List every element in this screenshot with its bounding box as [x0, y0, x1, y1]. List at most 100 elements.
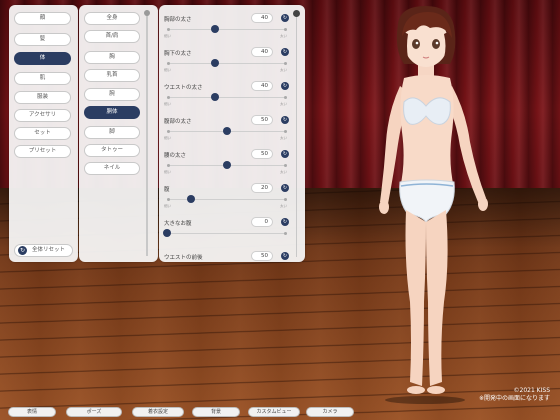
slider-min-label: 細い [164, 34, 171, 38]
slider-panel: 胸部の太さ 40 ↻ 細い 太い 胸下の太さ 40 ↻ 細い 太い ウエストの太さ 40 ↻ 細い 太い 腹部… [159, 5, 305, 262]
slider-reset-icon[interactable]: ↻ [281, 82, 289, 90]
slider-value-input[interactable]: 50 [251, 149, 273, 159]
slider-label: 腰の太さ [164, 153, 187, 159]
slider-min-label: 細い [164, 170, 171, 174]
slider-track[interactable] [167, 59, 287, 67]
slider-min-label: 細い [164, 102, 171, 106]
slider-knob[interactable] [211, 93, 219, 101]
scrollbar-thumb[interactable] [144, 10, 150, 16]
slider-track[interactable] [163, 229, 287, 237]
category-skin[interactable]: 肌 [14, 72, 71, 85]
slider-knob[interactable] [163, 229, 171, 237]
slider-value-input[interactable]: 40 [251, 47, 273, 57]
slider-end-tick [284, 130, 287, 133]
category-body[interactable]: 体 [14, 52, 71, 65]
slider-label: 大きなお腹 [164, 221, 192, 227]
category-panel: 顔 髪 体 肌 服装 アクセサリ セット プリセット ↻ 全体リセット [9, 5, 78, 262]
slider-track[interactable] [167, 93, 287, 101]
category-preset[interactable]: プリセット [14, 145, 71, 158]
slider-max-label: 太い [280, 102, 287, 106]
slider-knob[interactable] [187, 195, 195, 203]
slider-end-tick [167, 130, 170, 133]
slider-max-label: 太い [280, 136, 287, 140]
toolbar-camera-button[interactable]: カメラ [306, 407, 354, 417]
slider-reset-icon[interactable]: ↻ [281, 116, 289, 124]
slider-max-label: 太い [280, 34, 287, 38]
slider-value-input[interactable]: 50 [251, 251, 273, 261]
slider-max-label: 太い [280, 68, 287, 72]
slider-end-tick [284, 198, 287, 201]
slider-track[interactable] [167, 127, 287, 135]
slider-max-label: 太い [280, 170, 287, 174]
subcategory-arm[interactable]: 腕 [84, 88, 140, 101]
slider-label: 腹部の太さ [164, 119, 192, 125]
slider-end-tick [284, 62, 287, 65]
slider-end-tick [167, 96, 170, 99]
slider-scrollbar-thumb[interactable] [293, 10, 300, 17]
subcategory-nipple[interactable]: 乳首 [84, 69, 140, 82]
category-face[interactable]: 顔 [14, 12, 71, 25]
reset-all-label: 全体リセット [32, 247, 66, 253]
reset-icon: ↻ [18, 246, 27, 255]
slider-knob[interactable] [211, 25, 219, 33]
copyright-credit: ©2021 KISS ※開発中の画面になります [479, 387, 550, 403]
slider-knob[interactable] [223, 161, 231, 169]
slider-track[interactable] [167, 25, 287, 33]
bottom-toolbar: 表情 ポーズ 着衣設定 背景 カスタムビュー カメラ [0, 407, 560, 419]
subcategory-whole-body[interactable]: 全身 [84, 12, 140, 25]
subcategory-panel: 全身 首/肩 胸 乳首 腕 胴体 脚 タトゥー ネイル [79, 5, 158, 262]
toolbar-custom-view-button[interactable]: カスタムビュー [248, 407, 300, 417]
slider-end-tick [284, 164, 287, 167]
slider-end-tick [167, 28, 170, 31]
slider-value-input[interactable]: 40 [251, 13, 273, 23]
slider-track[interactable] [167, 195, 287, 203]
slider-reset-icon[interactable]: ↻ [281, 184, 289, 192]
subcategory-scrollbar[interactable] [144, 10, 150, 256]
slider-reset-icon[interactable]: ↻ [281, 48, 289, 56]
toolbar-expression-button[interactable]: 表情 [8, 407, 56, 417]
slider-value-input[interactable]: 50 [251, 115, 273, 125]
category-accessories[interactable]: アクセサリ [14, 109, 71, 122]
slider-end-tick [284, 28, 287, 31]
copyright-text: ©2021 KISS [513, 387, 551, 394]
subcategory-neck-shoulder[interactable]: 首/肩 [84, 30, 140, 43]
slider-value-input[interactable]: 20 [251, 183, 273, 193]
slider-knob[interactable] [223, 127, 231, 135]
slider-label: 腹 [164, 187, 170, 193]
development-note: ※開発中の画面になります [478, 395, 550, 402]
category-set[interactable]: セット [14, 127, 71, 140]
slider-end-tick [167, 198, 170, 201]
slider-scrollbar[interactable] [293, 10, 300, 257]
slider-reset-icon[interactable]: ↻ [281, 14, 289, 22]
subcategory-chest[interactable]: 胸 [84, 51, 140, 64]
slider-track[interactable] [167, 161, 287, 169]
slider-min-label: 細い [164, 68, 171, 72]
slider-reset-icon[interactable]: ↻ [281, 218, 289, 226]
category-clothing[interactable]: 服装 [14, 91, 71, 104]
toolbar-background-button[interactable]: 背景 [192, 407, 240, 417]
slider-end-tick [167, 164, 170, 167]
category-hair[interactable]: 髪 [14, 33, 71, 46]
subcategory-tattoo[interactable]: タトゥー [84, 144, 140, 157]
slider-knob[interactable] [211, 59, 219, 67]
slider-reset-icon[interactable]: ↻ [281, 150, 289, 158]
slider-end-tick [284, 232, 287, 235]
reset-all-button[interactable]: ↻ 全体リセット [14, 244, 73, 257]
slider-reset-icon[interactable]: ↻ [281, 252, 289, 260]
toolbar-outfit-settings-button[interactable]: 着衣設定 [132, 407, 184, 417]
slider-label: ウエストの前後 [164, 255, 203, 261]
subcategory-nail[interactable]: ネイル [84, 162, 140, 175]
slider-label: 胸部の太さ [164, 17, 192, 23]
slider-value-input[interactable]: 40 [251, 81, 273, 91]
slider-label: 胸下の太さ [164, 51, 192, 57]
slider-max-label: 太い [280, 204, 287, 208]
slider-label: ウエストの太さ [164, 85, 203, 91]
subcategory-leg[interactable]: 脚 [84, 126, 140, 139]
toolbar-pose-button[interactable]: ポーズ [66, 407, 122, 417]
slider-end-tick [167, 62, 170, 65]
slider-end-tick [284, 96, 287, 99]
slider-min-label: 細い [164, 136, 171, 140]
slider-min-label: 細い [164, 204, 171, 208]
subcategory-torso[interactable]: 胴体 [84, 106, 140, 119]
slider-value-input[interactable]: 0 [251, 217, 273, 227]
